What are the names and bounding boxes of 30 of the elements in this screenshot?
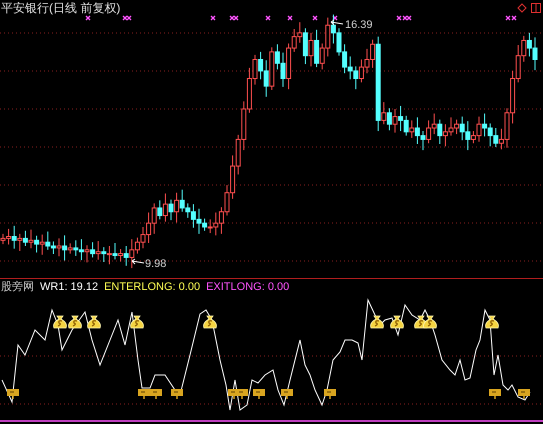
sign-icon — [489, 389, 501, 399]
money-bag-icon — [68, 316, 82, 328]
arrow-icon — [330, 19, 344, 27]
indicator-name: 股旁网 — [1, 281, 34, 294]
arrow-icon — [131, 258, 145, 266]
sign-icon — [138, 389, 150, 399]
money-bag-icon — [203, 316, 217, 328]
money-bag-icon — [370, 316, 384, 328]
sign-icon — [281, 389, 293, 399]
money-bag-icon — [423, 316, 437, 328]
money-bag-icon — [130, 316, 144, 328]
sign-icon — [253, 389, 265, 399]
sign-icon — [150, 389, 162, 399]
sign-icon — [171, 389, 183, 399]
chart-title: 平安银行(日线 前复权) — [1, 1, 120, 15]
sign-icon — [518, 389, 530, 399]
indicator-value: WR1: 19.12 — [40, 281, 98, 294]
diamond-icon[interactable] — [517, 3, 527, 13]
sign-icon — [236, 389, 248, 399]
indicator-value: EXITLONG: 0.00 — [206, 281, 290, 294]
panel-icon[interactable] — [531, 3, 541, 13]
high-price-label: 16.39 — [345, 19, 373, 32]
money-bag-icon — [485, 316, 499, 328]
sign-icon — [7, 389, 19, 399]
money-bag-icon — [390, 316, 404, 328]
sign-icon — [324, 389, 336, 399]
low-price-label: 9.98 — [145, 258, 166, 271]
money-bag-icon — [53, 316, 67, 328]
indicator-value: ENTERLONG: 0.00 — [104, 281, 200, 294]
money-bag-icon — [87, 316, 101, 328]
